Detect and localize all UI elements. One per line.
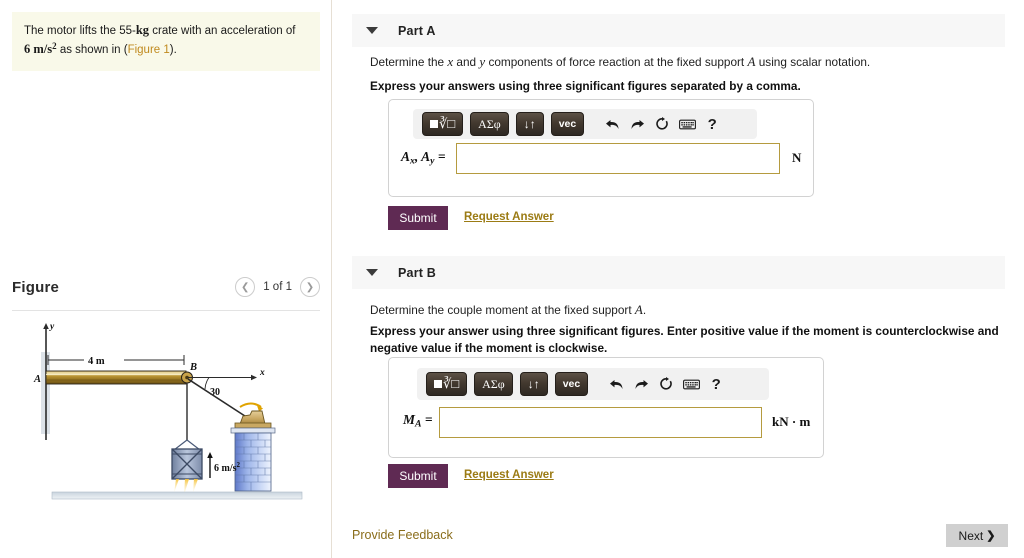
chevron-right-icon: ❯ [986, 530, 996, 542]
reset-icon[interactable] [657, 373, 675, 395]
part-a-label: Part A [398, 23, 436, 38]
provide-feedback-link[interactable]: Provide Feedback [352, 528, 453, 542]
part-b-label: Part B [398, 265, 437, 280]
figure-header: Figure ❮ 1 of 1 ❯ [12, 275, 320, 309]
keyboard-icon[interactable] [678, 113, 696, 135]
part-b-submit-button[interactable]: Submit [388, 464, 448, 488]
updown-arrows-button[interactable]: ↓↑ [515, 112, 544, 136]
undo-icon[interactable] [603, 113, 621, 135]
part-b-prompt-pre: Determine the couple moment at the fixed… [370, 303, 635, 317]
figure-counter: 1 of 1 [263, 281, 292, 293]
vector-button[interactable]: vec [554, 372, 589, 396]
figure-y-label: y [49, 322, 55, 332]
figure-link[interactable]: Figure 1 [128, 44, 170, 56]
figure-span-label: 4 m [88, 356, 105, 367]
figure-title: Figure [12, 279, 60, 296]
vector-button[interactable]: vec [550, 112, 585, 136]
part-a-submit-button[interactable]: Submit [388, 206, 448, 230]
next-button-label: Next [958, 528, 984, 543]
main-content: Part A Determine the x and y components … [333, 0, 1024, 558]
collapse-caret-icon[interactable] [366, 269, 378, 276]
greek-symbols-button[interactable]: ΑΣφ [474, 372, 513, 396]
help-icon[interactable]: ? [707, 373, 725, 395]
part-a-prompt-pre: Determine the [370, 55, 448, 69]
part-b-prompt: Determine the couple moment at the fixed… [370, 301, 1010, 320]
figure-divider [12, 310, 320, 311]
part-b-header[interactable]: Part B [352, 256, 1005, 289]
part-b-answer-label: MA = [403, 412, 433, 430]
part-b-answer-input[interactable] [439, 407, 762, 438]
figure-prev-button[interactable]: ❮ [235, 277, 256, 297]
redo-icon[interactable] [628, 113, 646, 135]
part-b-prompt-support: A [634, 302, 643, 317]
part-a-instruction: Express your answers using three signifi… [370, 79, 801, 93]
part-a-unit: N [792, 150, 802, 165]
figure-next-button[interactable]: ❯ [300, 277, 320, 297]
greek-symbols-button[interactable]: ΑΣφ [470, 112, 509, 136]
problem-acceleration: 6 m/s2 [24, 41, 57, 57]
part-a-prompt-post: using scalar notation. [755, 55, 871, 69]
figure-x-label: x [259, 368, 265, 378]
keyboard-icon[interactable] [682, 373, 700, 395]
problem-text-part4: ). [169, 44, 177, 57]
help-icon[interactable]: ? [703, 113, 721, 135]
part-b-prompt-post: . [642, 303, 647, 317]
part-a-header[interactable]: Part A [352, 14, 1005, 47]
part-a-request-answer-link[interactable]: Request Answer [464, 211, 554, 223]
part-b-math-toolbar: ∛□ ΑΣφ ↓↑ vec ? [417, 368, 769, 400]
part-b-request-answer-link[interactable]: Request Answer [464, 469, 554, 481]
redo-icon[interactable] [632, 373, 650, 395]
problem-mass-unit: kg [135, 23, 150, 37]
collapse-caret-icon[interactable] [366, 27, 378, 34]
beam-crate-diagram: y 4 m A B x 30 6 m/s2 [33, 322, 303, 500]
updown-arrows-button[interactable]: ↓↑ [519, 372, 548, 396]
part-a-prompt-mid2: components of force reaction at the fixe… [485, 55, 748, 69]
problem-statement: The motor lifts the 55-kg crate with an … [12, 12, 320, 71]
next-button[interactable]: Next ❯ [946, 524, 1008, 547]
part-a-prompt: Determine the x and y components of forc… [370, 53, 1010, 72]
math-template-button[interactable]: ∛□ [426, 372, 468, 396]
problem-text-part2: crate with an acceleration of [149, 25, 296, 37]
sidebar: The motor lifts the 55-kg crate with an … [0, 0, 332, 558]
figure-B-label: B [189, 362, 197, 373]
problem-text-part3: as shown in ( [56, 44, 128, 57]
part-b-answer-panel: ∛□ ΑΣφ ↓↑ vec ? MA = kN · m [388, 357, 824, 458]
mastering-physics-problem-page: The motor lifts the 55-kg crate with an … [0, 0, 1024, 558]
part-a-answer-panel: ∛□ ΑΣφ ↓↑ vec ? Ax, Ay = N [388, 99, 814, 197]
figure-A-label: A [33, 374, 41, 385]
part-a-answer-label: Ax, Ay = [401, 149, 446, 167]
figure-image[interactable]: y 4 m A B x 30 6 m/s2 [12, 316, 320, 506]
part-a-answer-input[interactable] [456, 143, 780, 174]
undo-icon[interactable] [607, 373, 625, 395]
part-b-instruction: Express your answer using three signific… [370, 324, 999, 355]
figure-navigation: ❮ 1 of 1 ❯ [235, 277, 320, 297]
reset-icon[interactable] [653, 113, 671, 135]
part-a-math-toolbar: ∛□ ΑΣφ ↓↑ vec ? [413, 109, 757, 139]
part-a-prompt-mid: and [453, 55, 480, 69]
problem-text-part1: The motor lifts the 55- [24, 25, 136, 37]
part-b-unit: kN · m [772, 414, 811, 429]
math-template-button[interactable]: ∛□ [422, 112, 464, 136]
